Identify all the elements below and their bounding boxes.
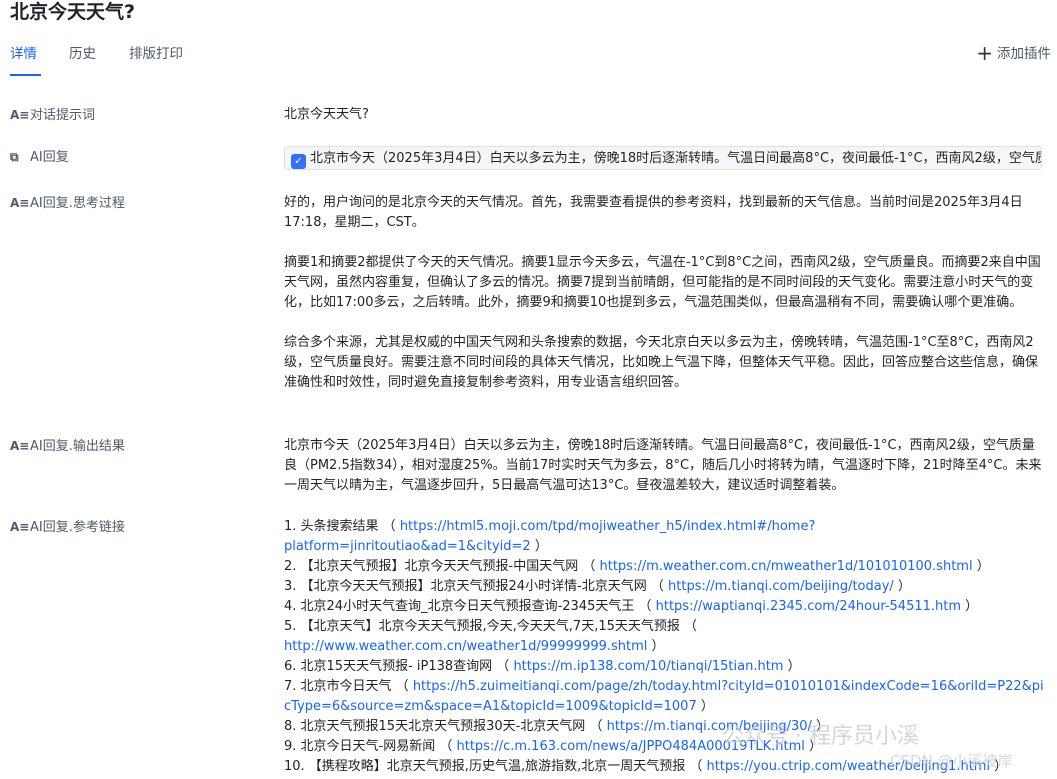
thinking-paragraph: 好的，用户询问的是北京今天的天气情况。首先，我需要查看提供的参考资料，找到最新的… xyxy=(284,195,1023,230)
reference-suffix: ） xyxy=(530,539,548,554)
reference-title: 4. 北京24小时天气查询_北京今日天气预报查询-2345天气王 （ xyxy=(284,599,656,614)
thinking-paragraph: 摘要1和摘要2都提供了今天的天气情况。摘要1显示今天多云，气温在-1°C到8°C… xyxy=(284,255,1041,310)
prompt-label: 对话提示词 xyxy=(30,108,96,123)
reference-item: 1. 头条搜索结果 （ https://html5.moji.com/tpd/m… xyxy=(284,517,1046,557)
reference-item: 5. 【北京天气】北京今天天气预报,今天,今天天气,7天,15天天气预报 （ h… xyxy=(284,617,1046,657)
plus-icon: + xyxy=(976,41,993,65)
thinking-label: AI回复.思考过程 xyxy=(30,196,125,211)
reference-item: 9. 北京今日天气-网易新闻 （ https://c.m.163.com/new… xyxy=(284,737,1046,757)
reference-item: 10. 【携程攻略】北京天气预报,历史气温,旅游指数,北京一周天气预报 （ ht… xyxy=(284,757,1046,777)
output-value: 北京市今天（2025年3月4日）白天以多云为主，傍晚18时后逐渐转晴。气温日间最… xyxy=(284,438,1042,493)
reference-list: 1. 头条搜索结果 （ https://html5.moji.com/tpd/m… xyxy=(284,517,1046,777)
reference-title: 5. 【北京天气】北京今天天气预报,今天,今天天气,7天,15天天气预报 （ xyxy=(284,619,698,634)
reference-title: 6. 北京15天天气预报- iP138查询网 （ xyxy=(284,659,514,674)
reference-suffix: ） xyxy=(783,659,801,674)
thinking-content: 好的，用户询问的是北京今天的天气情况。首先，我需要查看提供的参考资料，找到最新的… xyxy=(284,193,1046,413)
ai-reply-value: 北京市今天（2025年3月4日）白天以多云为主，傍晚18时后逐渐转晴。气温日间最… xyxy=(310,151,1042,166)
refs-content: 1. 头条搜索结果 （ https://html5.moji.com/tpd/m… xyxy=(284,517,1046,777)
prompt-value: 北京今天天气? xyxy=(284,107,369,122)
reference-item: 4. 北京24小时天气查询_北京今日天气预报查询-2345天气王 （ https… xyxy=(284,597,1046,617)
reference-link[interactable]: https://m.weather.com.cn/mweather1d/1010… xyxy=(600,559,973,574)
reference-title: 9. 北京今日天气-网易新闻 （ xyxy=(284,739,457,754)
prompt-label-row: A≡对话提示词 xyxy=(10,105,95,126)
reference-item: 2. 【北京天气预报】北京今天天气预报-中国天气网 （ https://m.we… xyxy=(284,557,1046,577)
reference-item: 8. 北京天气预报15天北京天气预报30天-北京天气网 （ https://m.… xyxy=(284,717,1046,737)
reply-label: AI回复 xyxy=(30,150,69,165)
output-label: AI回复.输出结果 xyxy=(30,439,125,454)
ai-reply-chip[interactable]: ✓ 北京市今天（2025年3月4日）白天以多云为主，傍晚18时后逐渐转晴。气温日间… xyxy=(284,146,1042,170)
reference-link[interactable]: https://c.m.163.com/news/a/JPPO484A00019… xyxy=(457,739,805,754)
reference-item: 7. 北京市今日天气 （ https://h5.zuimeitianqi.com… xyxy=(284,677,1046,717)
reference-link[interactable]: https://you.ctrip.com/weather/beijing1.h… xyxy=(706,759,990,774)
refs-label: AI回复.参考链接 xyxy=(30,520,125,535)
refs-label-row: A≡AI回复.参考链接 xyxy=(10,517,125,538)
add-plugin-label: 添加插件 xyxy=(997,46,1051,62)
reference-item: 6. 北京15天天气预报- iP138查询网 （ https://m.ip138… xyxy=(284,657,1046,677)
text-ai-icon: A≡ xyxy=(10,196,30,210)
copy-icon: ⧉ xyxy=(10,150,19,164)
page-title: 北京今天天气? xyxy=(10,1,136,23)
text-ai-icon: A≡ xyxy=(10,439,30,453)
ai-logo-icon: ✓ xyxy=(291,154,306,169)
reference-item: 3. 【北京今天天气预报】北京天气预报24小时详情-北京天气网 （ https:… xyxy=(284,577,1046,597)
output-label-row: A≡AI回复.输出结果 xyxy=(10,436,125,457)
add-plugin-button[interactable]: + 添加插件 xyxy=(976,41,1051,65)
reference-link[interactable]: https://waptianqi.2345.com/24hour-54511.… xyxy=(656,599,961,614)
reference-title: 10. 【携程攻略】北京天气预报,历史气温,旅游指数,北京一周天气预报 （ xyxy=(284,759,707,774)
reference-suffix: ） xyxy=(804,739,823,754)
text-ai-icon: A≡ xyxy=(10,520,30,534)
reference-link[interactable]: https://m.tianqi.com/beijing/today/ xyxy=(668,579,894,594)
tab-history[interactable]: 历史 xyxy=(69,44,96,64)
reference-title: 3. 【北京今天天气预报】北京天气预报24小时详情-北京天气网 （ xyxy=(284,579,669,594)
tab-print-layout[interactable]: 排版打印 xyxy=(129,44,183,64)
reference-suffix: ） xyxy=(811,719,830,734)
reference-suffix: ） xyxy=(972,559,990,574)
reference-link[interactable]: https://m.tianqi.com/beijing/30/ xyxy=(607,719,812,734)
reference-title: 1. 头条搜索结果 （ xyxy=(284,519,400,534)
reference-suffix: ） xyxy=(696,699,714,714)
reference-title: 2. 【北京天气预报】北京今天天气预报-中国天气网 （ xyxy=(284,559,600,574)
reference-title: 7. 北京市今日天气 （ xyxy=(284,679,413,694)
text-format-icon: A≡ xyxy=(10,108,30,122)
thinking-paragraph: 综合多个来源，尤其是权威的中国天气网和头条搜索的数据，今天北京白天以多云为主，傍… xyxy=(284,335,1039,390)
reference-title: 8. 北京天气预报15天北京天气预报30天-北京天气网 （ xyxy=(284,719,607,734)
reference-suffix: ） xyxy=(647,639,665,654)
reference-suffix: ） xyxy=(893,579,911,594)
reference-suffix: ） xyxy=(990,759,1008,774)
reply-label-row: ⧉ AI回复 xyxy=(10,147,69,168)
reference-link[interactable]: https://m.ip138.com/10/tianqi/15tian.htm xyxy=(513,659,783,674)
active-tab-indicator xyxy=(10,74,41,76)
tab-details[interactable]: 详情 xyxy=(10,44,37,64)
reference-link[interactable]: http://www.weather.com.cn/weather1d/9999… xyxy=(284,639,647,654)
thinking-label-row: A≡AI回复.思考过程 xyxy=(10,193,125,214)
reference-suffix: ） xyxy=(961,599,979,614)
